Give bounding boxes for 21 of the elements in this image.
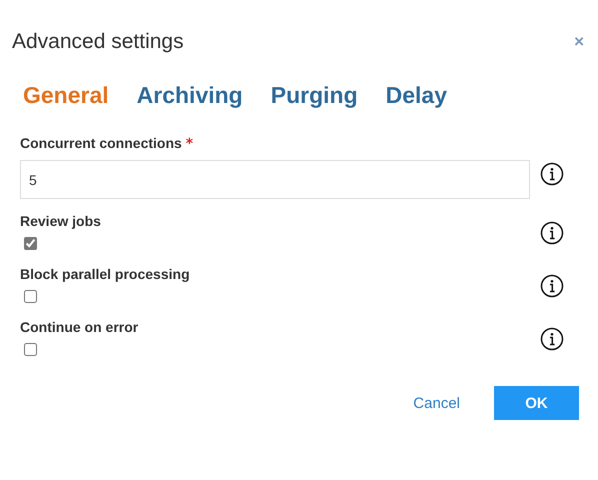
info-icon[interactable] [540, 221, 564, 245]
info-icon[interactable] [540, 274, 564, 298]
checkbox[interactable] [24, 343, 37, 356]
input-field[interactable]: 5 [20, 160, 530, 199]
field-label: Continue on error [20, 319, 140, 335]
info-icon[interactable] [540, 162, 564, 186]
dialog-title: Advanced settings [12, 30, 184, 54]
tab[interactable]: Delay [386, 82, 447, 109]
field-label: Concurrent connections [20, 135, 182, 151]
checkbox[interactable] [24, 290, 37, 303]
info-icon[interactable] [540, 327, 564, 351]
tab[interactable]: Purging [270, 82, 358, 109]
close-button[interactable]: × [572, 32, 586, 52]
tab[interactable]: Archiving [136, 82, 243, 109]
cancel-button[interactable]: Cancel [401, 386, 472, 420]
field-label: Review jobs [20, 213, 102, 229]
field-label: Block parallel processing [20, 266, 191, 282]
tab[interactable]: General [23, 82, 109, 109]
required-mark: * [186, 136, 194, 152]
checkbox[interactable] [24, 237, 37, 250]
ok-button[interactable]: OK [494, 386, 579, 420]
